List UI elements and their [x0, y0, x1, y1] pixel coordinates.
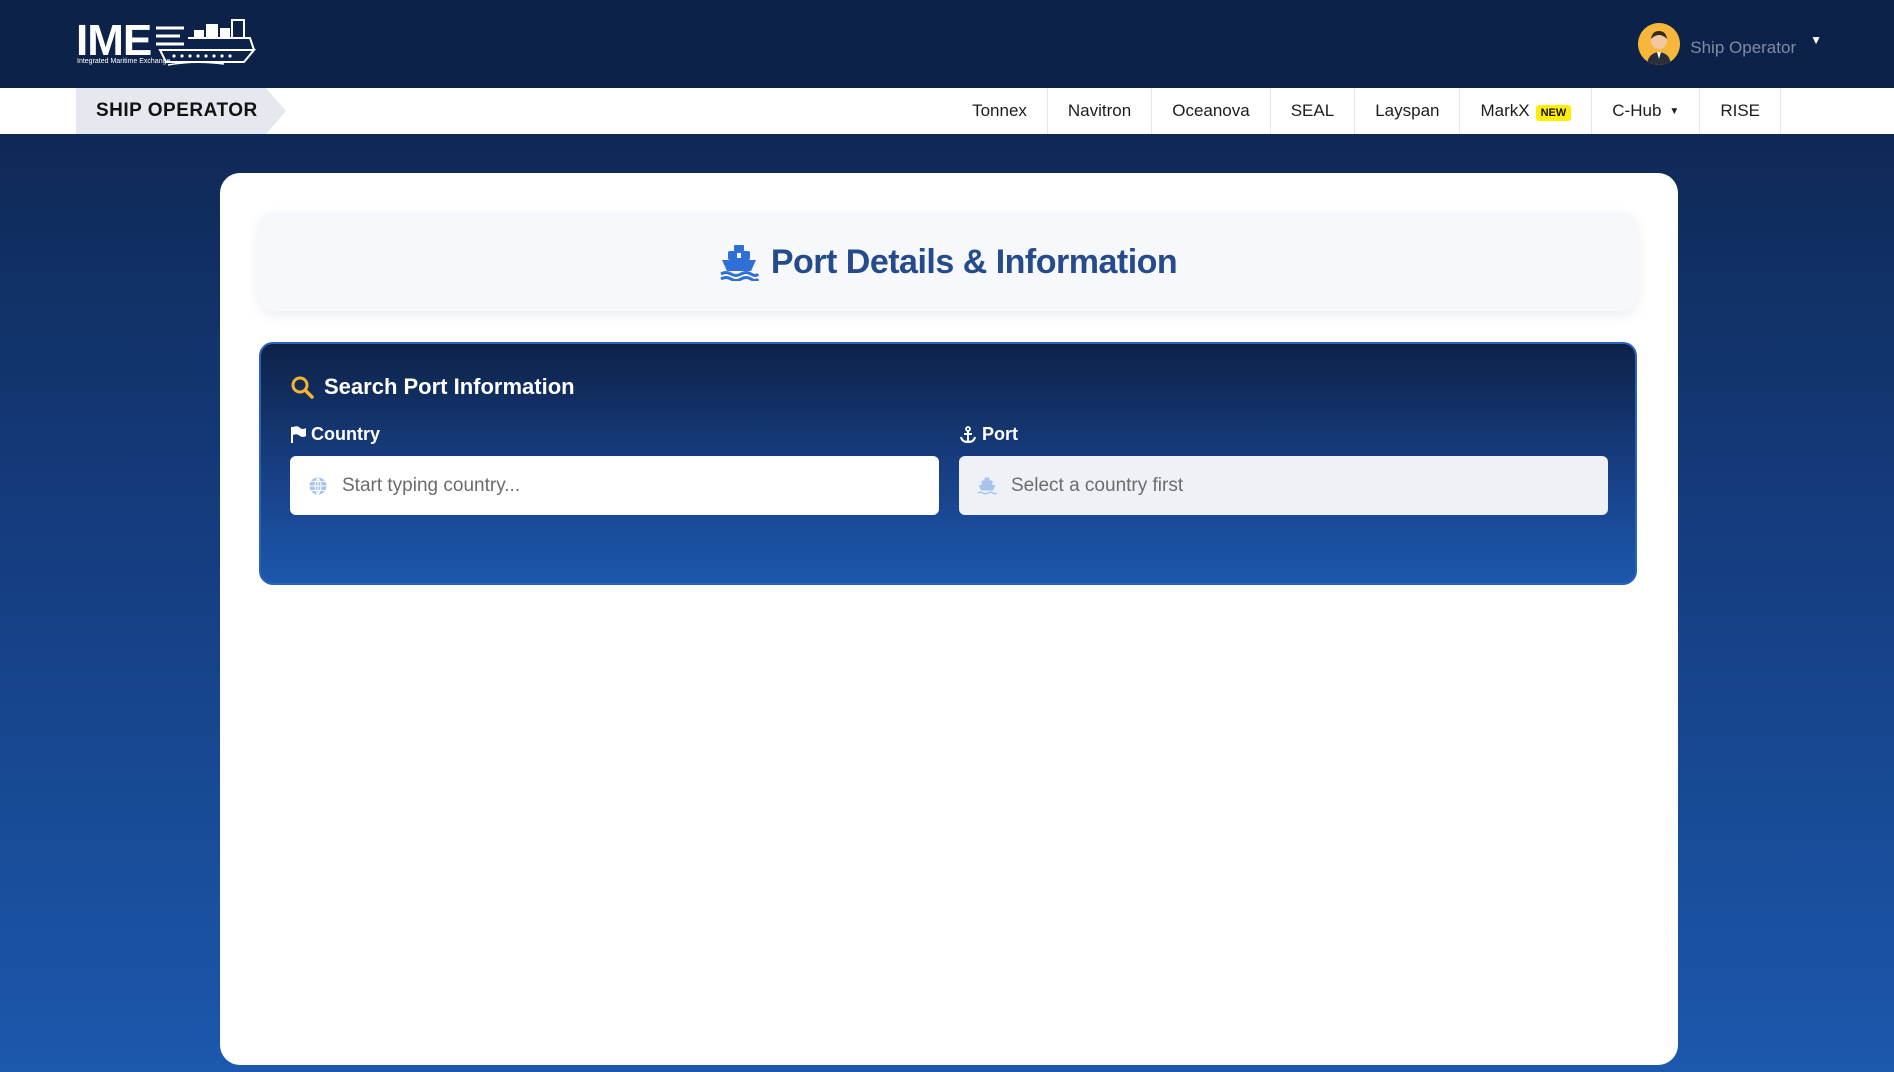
- chevron-down-icon: ▼: [1669, 105, 1680, 117]
- port-input[interactable]: [1011, 474, 1571, 497]
- main-card: Port Details & Information Search Port I…: [220, 173, 1678, 1065]
- new-badge: NEW: [1535, 105, 1572, 121]
- nav-link-label: Layspan: [1375, 101, 1440, 120]
- country-label-text: Country: [311, 424, 380, 444]
- role-tag: SHIP OPERATOR: [76, 88, 286, 134]
- nav-link-navitron[interactable]: Navitron: [1048, 88, 1153, 134]
- nav-link-label: MarkX: [1480, 101, 1530, 120]
- nav-link-label: RISE: [1720, 101, 1760, 120]
- ime-logo[interactable]: IME Integrated Maritime Exchange: [76, 18, 262, 70]
- nav-link-layspan[interactable]: Layspan: [1355, 88, 1461, 134]
- user-avatar-icon: [1638, 23, 1681, 65]
- avatar[interactable]: [1638, 23, 1681, 65]
- chevron-down-icon[interactable]: ▼: [1810, 33, 1822, 47]
- anchor-icon: [960, 425, 976, 443]
- logo-ship-icon: [156, 19, 257, 66]
- nav-link-label: C-Hub: [1612, 101, 1662, 120]
- secondary-nav: SHIP OPERATOR Tonnex Navitron Oceanova S…: [0, 88, 1894, 134]
- top-header: IME Integrated Maritime Exchange Ship Op…: [0, 0, 1894, 88]
- ship-icon: [720, 245, 759, 281]
- nav-link-label: Tonnex: [972, 101, 1027, 120]
- nav-link-oceanova[interactable]: Oceanova: [1152, 88, 1271, 134]
- nav-link-tonnex[interactable]: Tonnex: [952, 88, 1048, 134]
- nav-link-label: Oceanova: [1172, 101, 1250, 120]
- nav-link-label: Navitron: [1067, 101, 1132, 120]
- flag-icon: [291, 426, 306, 443]
- search-title: Search Port Information: [324, 374, 575, 399]
- nav-links: Tonnex Navitron Oceanova SEAL Layspan Ma…: [952, 88, 1781, 134]
- nav-link-c-hub[interactable]: C-Hub ▼: [1592, 88, 1701, 134]
- nav-link-seal[interactable]: SEAL: [1271, 88, 1356, 134]
- port-label: Port: [959, 424, 1018, 445]
- country-input[interactable]: [342, 474, 902, 497]
- user-name[interactable]: Ship Operator: [1690, 38, 1796, 58]
- search-panel: Search Port Information Country Port: [259, 342, 1637, 585]
- port-field[interactable]: [959, 456, 1608, 515]
- search-header: Search Port Information: [290, 374, 575, 400]
- page-title-box: Port Details & Information: [259, 213, 1637, 311]
- ship-icon: [977, 477, 997, 494]
- search-icon: [291, 376, 314, 399]
- user-menu[interactable]: Ship Operator ▼: [1638, 22, 1822, 66]
- nav-link-markx[interactable]: MarkX NEW: [1460, 88, 1593, 134]
- port-label-text: Port: [982, 424, 1018, 444]
- nav-link-label: SEAL: [1290, 101, 1335, 120]
- globe-icon: [309, 476, 327, 495]
- nav-link-rise[interactable]: RISE: [1700, 88, 1781, 134]
- country-field[interactable]: [290, 456, 939, 515]
- page-title: Port Details & Information: [770, 242, 1178, 281]
- country-label: Country: [290, 424, 380, 445]
